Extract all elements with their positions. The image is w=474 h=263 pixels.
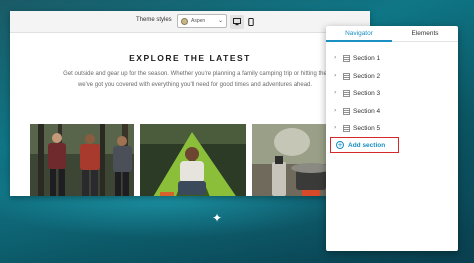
theme-styles-value: Aspen bbox=[191, 18, 206, 24]
chevron-right-icon[interactable]: › bbox=[334, 54, 336, 61]
chevron-right-icon[interactable]: › bbox=[334, 107, 336, 114]
panel-tabs: Navigator Elements bbox=[326, 26, 458, 42]
add-section-label: Add section bbox=[348, 142, 386, 149]
theme-swatch-icon bbox=[181, 18, 188, 25]
desktop-view-button[interactable] bbox=[230, 15, 244, 29]
section-grid-icon bbox=[343, 125, 350, 132]
theme-styles-label: Theme styles bbox=[136, 17, 172, 23]
section-label: Section 3 bbox=[353, 90, 381, 97]
section-grid-icon bbox=[343, 90, 350, 97]
chevron-right-icon[interactable]: › bbox=[334, 72, 336, 79]
man-sitting-by-tent-photo bbox=[140, 124, 246, 196]
chevron-right-icon[interactable]: › bbox=[334, 124, 336, 131]
section-grid-icon bbox=[343, 107, 350, 115]
desktop-icon bbox=[233, 18, 241, 26]
section-label: Section 1 bbox=[353, 55, 381, 62]
add-section-button[interactable]: + Add section bbox=[330, 137, 399, 153]
mobile-icon bbox=[248, 18, 254, 26]
body-text-line-2: we've got you covered with everything yo… bbox=[77, 82, 313, 88]
section-item-3[interactable]: › Section 3 bbox=[334, 88, 452, 100]
section-item-2[interactable]: › Section 2 bbox=[334, 71, 452, 83]
section-item-4[interactable]: › Section 4 bbox=[334, 106, 452, 118]
section-label: Section 2 bbox=[353, 72, 381, 80]
section-grid-icon bbox=[343, 55, 350, 62]
page-body-text: Get outside and gear up for the season. … bbox=[30, 69, 360, 91]
editor-toolbar: Theme styles Aspen ⌄ bbox=[10, 11, 370, 33]
section-label: Section 5 bbox=[353, 125, 381, 132]
hikers-in-forest-photo bbox=[30, 124, 134, 196]
chevron-down-icon: ⌄ bbox=[217, 17, 223, 24]
mobile-view-button[interactable] bbox=[244, 15, 258, 29]
section-item-1[interactable]: › Section 1 bbox=[334, 53, 452, 65]
page-headline: EXPLORE THE LATEST bbox=[129, 53, 251, 63]
section-grid-icon bbox=[343, 72, 350, 80]
section-item-5[interactable]: › Section 5 bbox=[334, 123, 452, 135]
theme-styles-dropdown[interactable]: Aspen ⌄ bbox=[177, 14, 227, 28]
body-text-line-1: Get outside and gear up for the season. … bbox=[63, 71, 327, 77]
tab-elements[interactable]: Elements bbox=[392, 26, 458, 42]
sparkle-icon: ✦ bbox=[211, 211, 223, 225]
navigator-panel: Navigator Elements › Section 1 › Section… bbox=[326, 26, 458, 251]
editor-canvas: Theme styles Aspen ⌄ EXPLORE THE LATEST … bbox=[10, 11, 370, 196]
plus-circle-icon: + bbox=[336, 141, 344, 149]
tab-navigator[interactable]: Navigator bbox=[326, 26, 392, 42]
chevron-right-icon[interactable]: › bbox=[334, 89, 336, 96]
section-label: Section 4 bbox=[353, 107, 381, 115]
